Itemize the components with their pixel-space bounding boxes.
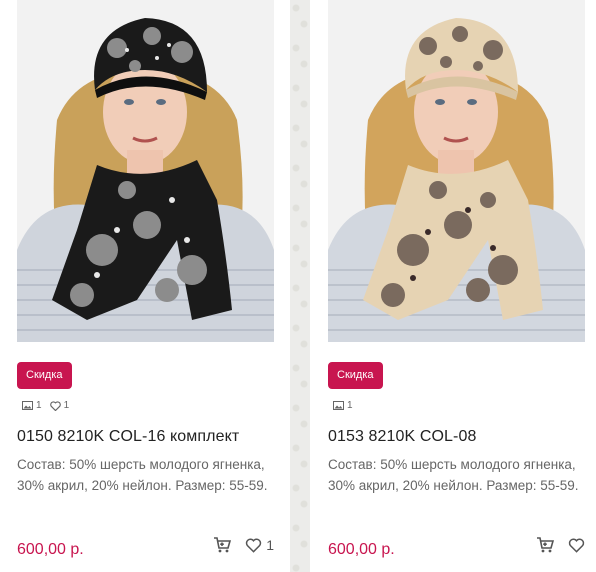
product-meta: 1 [333, 400, 353, 411]
product-card: Скидка 1 0153 8210K COL-08 Состав: 50% ш… [328, 0, 585, 572]
model-photo-illustration [328, 0, 585, 342]
photos-count: 1 [36, 400, 42, 411]
photos-counter[interactable]: 1 [333, 400, 353, 411]
heart-icon [246, 538, 262, 553]
column-divider [290, 0, 310, 572]
wishlist-button[interactable]: 1 [245, 537, 274, 553]
photos-counter[interactable]: 1 [22, 400, 42, 411]
photo-icon [22, 401, 33, 410]
cart-icon [214, 537, 232, 553]
product-price: 600,00 р. [17, 541, 84, 558]
wishlist-button[interactable] [568, 538, 585, 553]
photo-icon [333, 401, 344, 410]
heart-icon [49, 400, 61, 411]
product-description: Состав: 50% шерсть молодого ягненка, 30%… [17, 457, 268, 493]
product-photo[interactable] [328, 0, 585, 342]
add-to-cart-button[interactable] [536, 537, 554, 553]
wishlist-count: 1 [266, 537, 274, 553]
likes-counter[interactable]: 1 [49, 400, 70, 411]
heart-icon [568, 538, 585, 553]
add-to-cart-button[interactable] [213, 537, 232, 553]
cart-icon [537, 537, 554, 553]
product-title[interactable]: 0150 8210K COL-16 комплект [17, 428, 287, 446]
product-card: Скидка 1 1 0150 8210K COL-16 комплект Со… [17, 0, 274, 572]
product-description: Состав: 50% шерсть молодого ягненка, 30%… [328, 457, 579, 493]
product-meta: 1 1 [22, 400, 69, 411]
photos-count: 1 [347, 400, 353, 411]
product-actions: 1 [213, 537, 274, 553]
product-title[interactable]: 0153 8210K COL-08 [328, 428, 596, 446]
likes-count: 1 [63, 400, 70, 411]
discount-badge: Скидка [328, 362, 383, 389]
product-actions [536, 537, 585, 553]
model-photo-illustration [17, 0, 274, 342]
product-price: 600,00 р. [328, 541, 395, 558]
product-photo[interactable] [17, 0, 274, 342]
discount-badge: Скидка [17, 362, 72, 389]
